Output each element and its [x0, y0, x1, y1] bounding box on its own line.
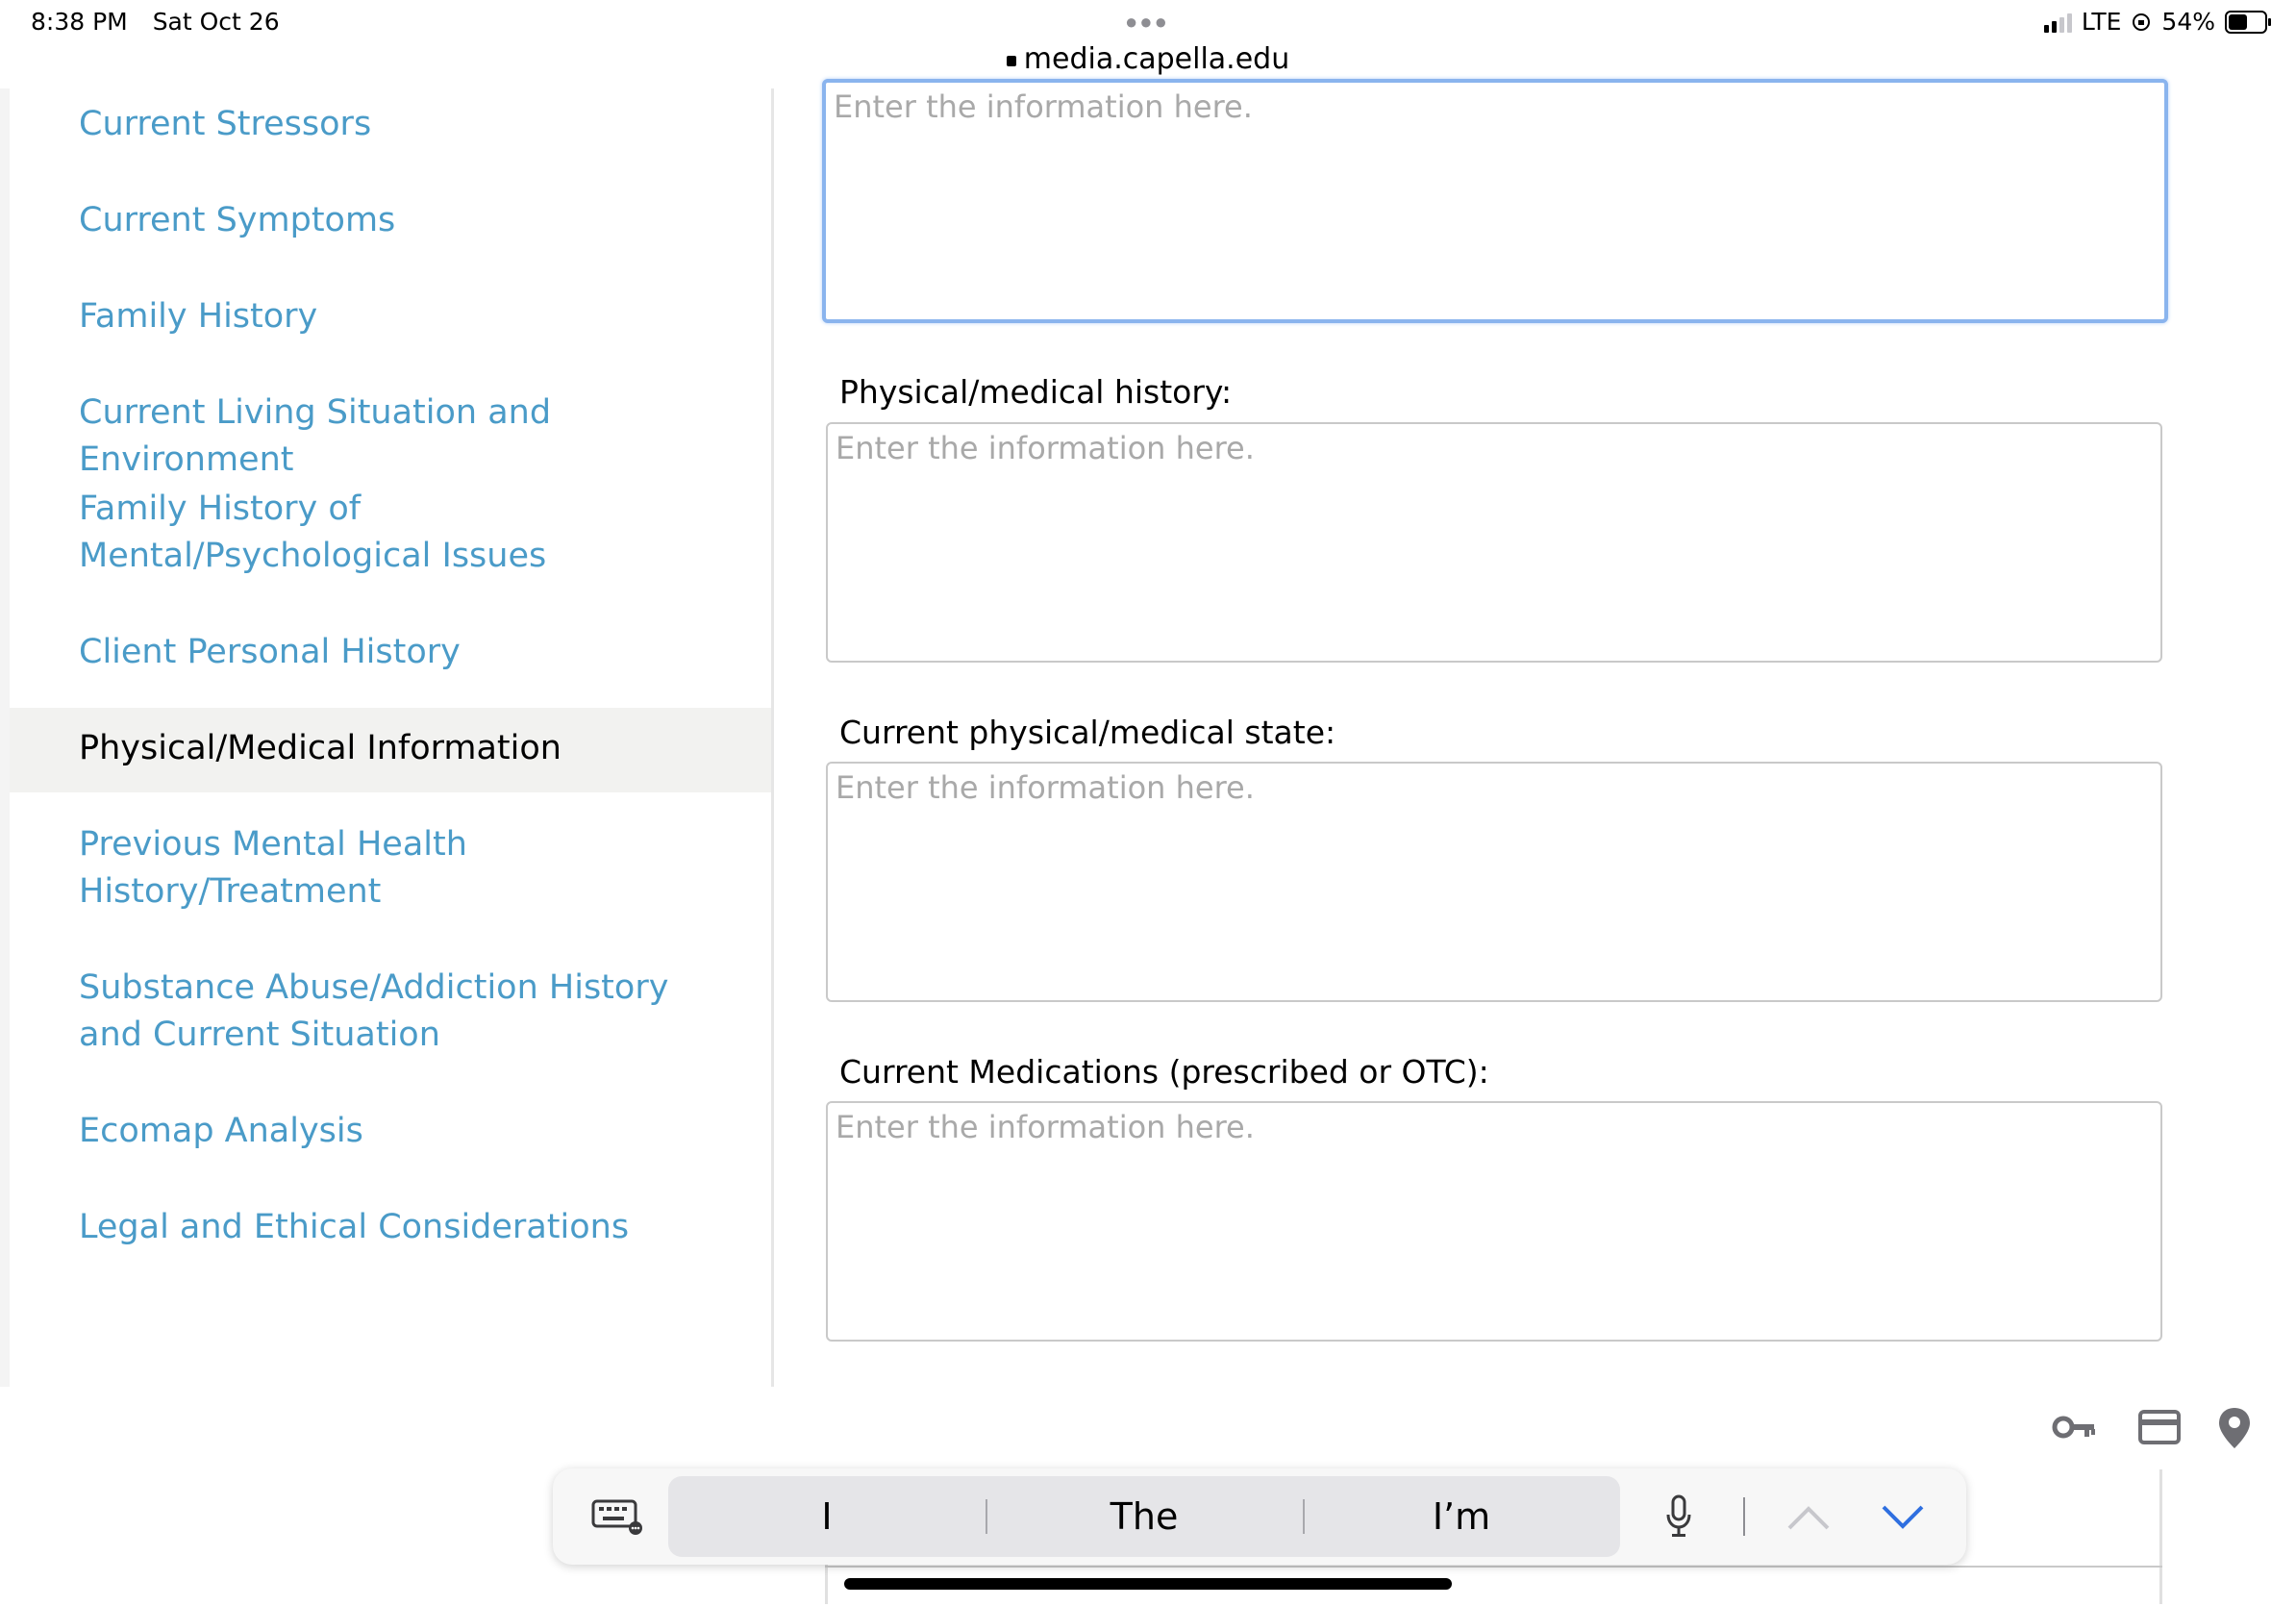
url-text: media.capella.edu — [1023, 42, 1290, 76]
sidebar-item-client-personal-history[interactable]: Client Personal History — [10, 629, 771, 676]
sidebar-item-substance-abuse[interactable]: Substance Abuse/Addiction History and Cu… — [10, 965, 771, 1059]
autofill-accessory-bar — [0, 1387, 2296, 1469]
status-date: Sat Oct 26 — [152, 8, 280, 36]
status-bar: 8:38 PM Sat Oct 26 ●●● media.capella.edu… — [0, 0, 2296, 89]
sidebar-nav: Current Stressors Current Symptoms Famil… — [10, 88, 774, 1387]
status-time: 8:38 PM — [31, 8, 128, 36]
suggestion-item[interactable]: I’m — [1303, 1476, 1620, 1557]
address-bar[interactable]: media.capella.edu — [0, 42, 2296, 76]
sidebar-item-ecomap-analysis[interactable]: Ecomap Analysis — [10, 1108, 771, 1155]
lock-icon — [1006, 56, 1016, 66]
sidebar-item-family-mental-history[interactable]: Family History of Mental/Psychological I… — [10, 486, 771, 580]
sidebar-item-current-symptoms[interactable]: Current Symptoms — [10, 197, 771, 244]
keyboard-icon[interactable] — [591, 1497, 645, 1536]
left-gutter — [0, 88, 10, 1387]
suggestion-item[interactable]: The — [986, 1476, 1303, 1557]
orientation-lock-icon — [2133, 13, 2151, 31]
sidebar-item-living-situation[interactable]: Current Living Situation and Environment — [10, 389, 771, 484]
sidebar-item-family-history[interactable]: Family History — [10, 293, 771, 340]
battery-icon — [2225, 10, 2271, 34]
sidebar-item-physical-medical[interactable]: Physical/Medical Information — [10, 708, 771, 792]
credit-card-icon[interactable] — [2136, 1404, 2183, 1450]
current-medical-state-label: Current physical/medical state: — [839, 714, 1336, 751]
predictive-text-bar: I The I’m — [668, 1476, 1620, 1557]
previous-section-textarea[interactable] — [822, 79, 2168, 323]
current-medical-state-textarea[interactable] — [826, 762, 2162, 1002]
physical-medical-history-label: Physical/medical history: — [839, 373, 1233, 411]
chevron-up-icon[interactable] — [1784, 1497, 1834, 1536]
current-medications-textarea[interactable] — [826, 1101, 2162, 1342]
battery-label: 54% — [2161, 8, 2215, 36]
network-label: LTE — [2081, 8, 2122, 36]
multitasking-dots-icon[interactable]: ●●● — [1125, 10, 1169, 35]
form-panel: Physical/medical history: Current physic… — [774, 79, 2296, 1387]
keyboard-shortcut-bar: I The I’m — [553, 1468, 1966, 1565]
sidebar-item-current-stressors[interactable]: Current Stressors — [10, 101, 771, 148]
sidebar-item-previous-mental-health[interactable]: Previous Mental Health History/Treatment — [10, 821, 771, 916]
sidebar-item-legal-ethical[interactable]: Legal and Ethical Considerations — [10, 1204, 771, 1251]
status-right: LTE 54% — [2043, 8, 2271, 36]
key-icon[interactable] — [2052, 1404, 2098, 1450]
current-medications-label: Current Medications (prescribed or OTC): — [839, 1053, 1489, 1091]
location-pin-icon[interactable] — [2211, 1404, 2258, 1450]
physical-medical-history-textarea[interactable] — [826, 422, 2162, 663]
home-indicator — [844, 1578, 1452, 1590]
chevron-down-icon[interactable] — [1878, 1497, 1928, 1536]
suggestion-item[interactable]: I — [668, 1476, 986, 1557]
signal-icon — [2043, 12, 2072, 33]
microphone-icon[interactable] — [1663, 1493, 1694, 1540]
status-left: 8:38 PM Sat Oct 26 — [31, 8, 297, 36]
